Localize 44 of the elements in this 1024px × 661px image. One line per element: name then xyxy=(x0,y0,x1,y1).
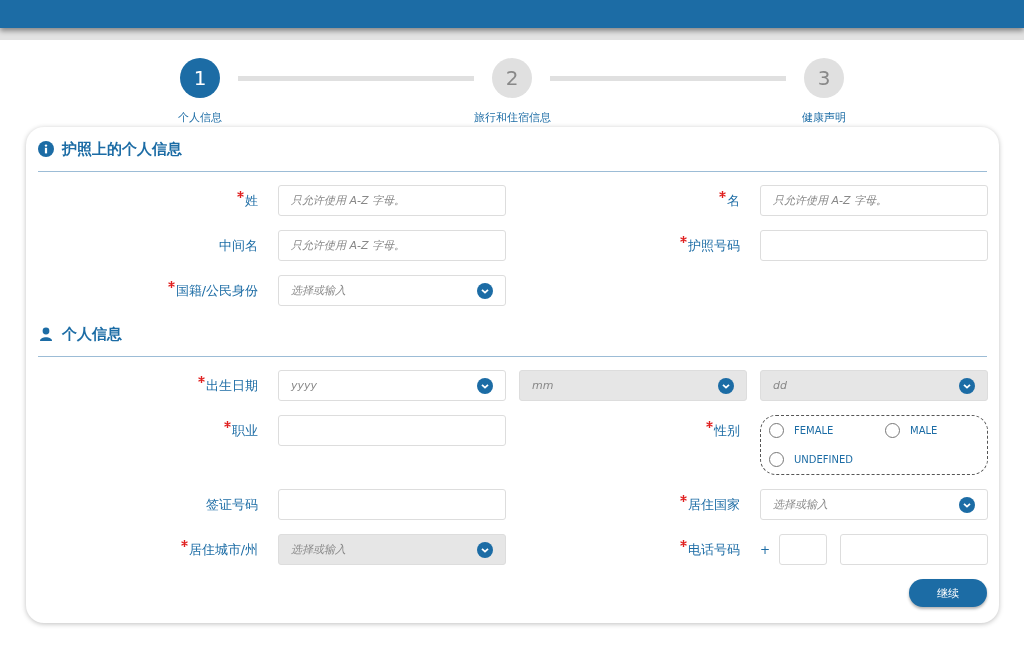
chevron-down-icon xyxy=(477,541,493,558)
dropdown-field[interactable]: 选择或输入 xyxy=(760,489,988,520)
step-label: 个人信息 xyxy=(178,110,222,125)
dropdown-field[interactable]: 选择或输入 xyxy=(278,275,506,306)
text-field[interactable] xyxy=(278,415,506,446)
continue-button[interactable]: 继续 xyxy=(909,579,987,607)
step-number: 2 xyxy=(492,58,532,98)
step-label: 健康声明 xyxy=(802,110,846,125)
section-title: 护照上的个人信息 xyxy=(62,139,182,159)
step-label: 旅行和住宿信息 xyxy=(473,110,551,125)
field-label: 中间名 xyxy=(219,238,258,255)
text-field[interactable]: 只允许使用 A-Z 字母。 xyxy=(278,185,506,216)
chevron-down-icon xyxy=(477,282,493,299)
text-field[interactable]: 只允许使用 A-Z 字母。 xyxy=(278,230,506,261)
country-code-field[interactable] xyxy=(779,534,827,565)
chevron-down-icon xyxy=(718,377,734,394)
radio-label: MALE xyxy=(910,425,938,436)
field-label: 签证号码 xyxy=(206,497,258,514)
field-label: 国籍/公民身份 xyxy=(175,283,258,300)
field-label: 电话号码 xyxy=(688,542,740,559)
field-label: 居住国家 xyxy=(688,497,740,514)
step-number: 1 xyxy=(180,58,220,98)
phone-prefix: + xyxy=(760,542,772,557)
text-field[interactable]: 只允许使用 A-Z 字母。 xyxy=(760,185,988,216)
dropdown-field[interactable]: yyyy xyxy=(278,370,506,401)
field-label: 性别 xyxy=(714,423,740,440)
info-icon xyxy=(38,141,54,157)
phone-number-field[interactable] xyxy=(840,534,988,565)
field-label: 护照号码 xyxy=(688,238,740,255)
chevron-down-icon xyxy=(959,496,975,513)
field-label: 出生日期 xyxy=(206,378,258,395)
chevron-down-icon xyxy=(959,377,975,394)
person-icon xyxy=(38,326,54,342)
step-number: 3 xyxy=(804,58,844,98)
field-label: 职业 xyxy=(232,423,258,440)
chevron-down-icon xyxy=(477,377,493,394)
field-label: 居住城市/州 xyxy=(188,542,258,559)
field-label: 姓 xyxy=(245,193,258,210)
section-title: 个人信息 xyxy=(62,324,122,344)
radio-label: UNDEFINED xyxy=(794,454,854,465)
radio-label: FEMALE xyxy=(794,425,834,436)
text-field[interactable] xyxy=(760,230,988,261)
field-label: 名 xyxy=(727,193,740,210)
text-field[interactable] xyxy=(278,489,506,520)
